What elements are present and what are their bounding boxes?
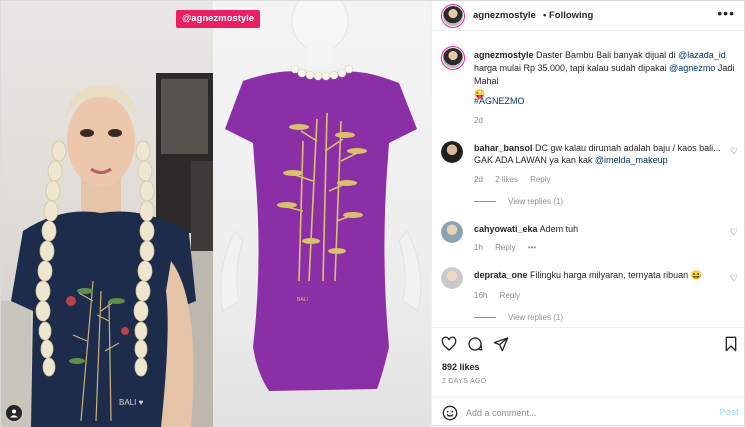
comment-meta: 2d 2 likes Reply bbox=[474, 175, 561, 184]
add-comment-bar: Post bbox=[432, 397, 745, 427]
comment-time: 2d bbox=[474, 175, 483, 184]
caption-avatar[interactable] bbox=[441, 46, 465, 70]
model-illustration: BALI ♥ bbox=[1, 73, 213, 427]
comment-avatar[interactable] bbox=[441, 221, 463, 243]
post-caption: agnezmostyle Daster Bambu Bali banyak di… bbox=[474, 49, 739, 101]
media-handle-tag: @agnezmostyle bbox=[176, 10, 261, 28]
heart-outline-icon[interactable]: ♡ bbox=[730, 273, 738, 284]
model-photo: BALI ♥ bbox=[1, 1, 213, 427]
emoji-icon[interactable] bbox=[442, 405, 458, 421]
svg-text:BALI: BALI bbox=[297, 297, 308, 303]
posted-ago: 2 DAYS AGO bbox=[442, 378, 487, 385]
heart-outline-icon[interactable]: ♡ bbox=[730, 227, 738, 238]
comment-body: Adem tuh bbox=[539, 224, 579, 234]
dress-illustration: BALI bbox=[220, 1, 422, 391]
comment-likes[interactable]: 2 likes bbox=[495, 175, 518, 184]
comment-icon[interactable] bbox=[467, 336, 483, 352]
tagged-user-icon[interactable] bbox=[6, 405, 22, 421]
comment-emoji: 😆 bbox=[690, 270, 702, 280]
share-icon[interactable] bbox=[493, 336, 509, 352]
caption-text-2: harga mulai Rp 35.000, tapi kalau sudah … bbox=[474, 63, 667, 73]
author-username[interactable]: agnezmostyle bbox=[473, 10, 536, 21]
view-replies-button[interactable]: View replies (1) bbox=[474, 313, 563, 322]
heart-outline-icon[interactable]: ♡ bbox=[730, 146, 738, 157]
comment-text: deprata_one Filingku harga milyaran, ter… bbox=[474, 269, 724, 281]
comment-text: cahyowati_eka Adem tuh bbox=[474, 223, 724, 235]
comment-reply-button[interactable]: Reply bbox=[530, 175, 550, 184]
comment-text: bahar_bansol DC gw kalau dirumah adalah … bbox=[474, 142, 724, 166]
comment-body: Filingku harga milyaran, ternyata ribuan bbox=[530, 270, 689, 280]
likes-count[interactable]: 892 likes bbox=[442, 362, 480, 372]
caption-mention-agnezmo[interactable]: @agnezmo bbox=[669, 63, 715, 73]
comment-avatar[interactable] bbox=[441, 267, 463, 289]
caption-time: 2d bbox=[474, 116, 483, 125]
view-replies-button[interactable]: View replies (1) bbox=[474, 197, 563, 206]
caption-mention-lazada[interactable]: @lazada_id bbox=[678, 50, 726, 60]
post-header: agnezmostyle • Following ••• bbox=[432, 1, 745, 31]
more-horizontal-icon[interactable]: ••• bbox=[717, 6, 735, 20]
svg-text:BALI ♥: BALI ♥ bbox=[119, 398, 144, 407]
heart-icon[interactable] bbox=[441, 336, 457, 352]
comment-avatar[interactable] bbox=[441, 141, 463, 163]
following-status[interactable]: • Following bbox=[543, 10, 593, 21]
comment-time: 1h bbox=[474, 243, 483, 252]
comment-mention[interactable]: @imelda_makeup bbox=[595, 155, 668, 165]
comment-time: 16h bbox=[474, 291, 488, 300]
add-comment-input[interactable] bbox=[466, 406, 706, 420]
author-avatar[interactable] bbox=[441, 4, 465, 28]
action-bar bbox=[432, 327, 745, 357]
post-comment-button[interactable]: Post bbox=[719, 407, 739, 417]
instagram-post-window: BALI ♥ BALI @agnezmostyle agnezmostyle •… bbox=[0, 0, 745, 427]
bookmark-icon[interactable] bbox=[723, 336, 739, 352]
comment-meta: 16h Reply bbox=[474, 291, 530, 300]
caption-username[interactable]: agnezmostyle bbox=[474, 50, 534, 60]
comment-username[interactable]: deprata_one bbox=[474, 270, 528, 280]
comment-username[interactable]: bahar_bansol bbox=[474, 143, 533, 153]
post-details-panel: agnezmostyle • Following ••• agnezmostyl… bbox=[431, 1, 745, 427]
caption-text-1: Daster Bambu Bali banyak dijual di bbox=[536, 50, 676, 60]
caption-hashtag[interactable]: #AGNEZMO bbox=[474, 96, 525, 106]
comment-reply-button[interactable]: Reply bbox=[495, 243, 515, 252]
comment-meta: 1h Reply ••• bbox=[474, 243, 546, 252]
comment-username[interactable]: cahyowati_eka bbox=[474, 224, 538, 234]
comment-reply-button[interactable]: Reply bbox=[500, 291, 520, 300]
dress-photo: BALI bbox=[213, 1, 431, 427]
comment-more-icon[interactable]: ••• bbox=[528, 243, 536, 252]
post-media[interactable]: BALI ♥ BALI @agnezmostyle bbox=[1, 1, 431, 427]
